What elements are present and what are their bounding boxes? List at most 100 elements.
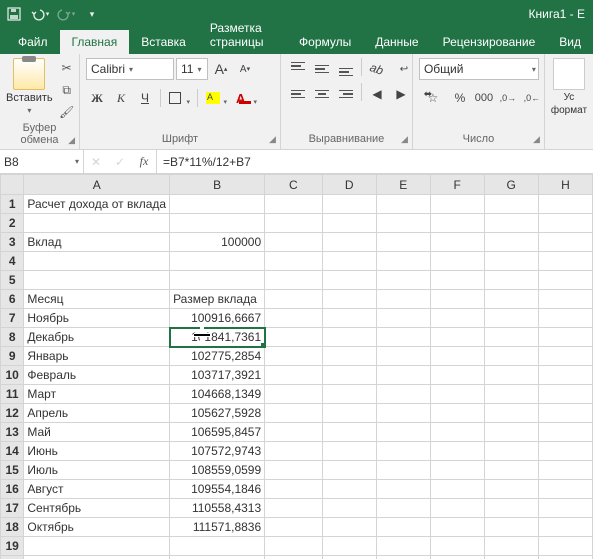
cell[interactable]: Январь <box>24 347 170 366</box>
cell[interactable]: 102775,2854 <box>170 347 265 366</box>
cell[interactable] <box>265 385 322 404</box>
tab-главная[interactable]: Главная <box>60 30 130 54</box>
cell[interactable]: 111571,8836 <box>170 518 265 537</box>
cell[interactable] <box>484 366 538 385</box>
row-header[interactable]: 9 <box>1 347 24 366</box>
dialog-launcher-icon[interactable]: ◢ <box>269 134 276 145</box>
cell[interactable]: 105627,5928 <box>170 404 265 423</box>
font-name-combo[interactable]: Calibri▾ <box>86 58 174 80</box>
cell[interactable] <box>265 461 322 480</box>
cell[interactable]: 100916,6667 <box>170 309 265 328</box>
decrease-font-button[interactable]: A▾ <box>234 58 256 80</box>
column-header[interactable]: A <box>24 175 170 195</box>
cell[interactable] <box>24 537 170 556</box>
cell[interactable] <box>484 499 538 518</box>
cell[interactable] <box>376 385 430 404</box>
row-header[interactable]: 8 <box>1 328 24 347</box>
cell[interactable] <box>265 233 322 252</box>
cell[interactable] <box>538 366 592 385</box>
column-header[interactable]: B <box>170 175 265 195</box>
column-header[interactable]: F <box>430 175 484 195</box>
cell[interactable] <box>538 252 592 271</box>
tab-формулы[interactable]: Формулы <box>287 30 363 54</box>
row-header[interactable]: 20 <box>1 556 24 559</box>
borders-button[interactable]: ▾ <box>165 87 193 109</box>
cell[interactable] <box>170 556 265 559</box>
cut-button[interactable]: ✂ <box>57 58 77 78</box>
cell[interactable] <box>376 214 430 233</box>
cell[interactable] <box>430 480 484 499</box>
cell[interactable]: Август <box>24 480 170 499</box>
cell[interactable] <box>538 195 592 214</box>
cell[interactable] <box>24 271 170 290</box>
cell[interactable] <box>538 518 592 537</box>
column-header[interactable]: D <box>322 175 376 195</box>
cell[interactable] <box>322 385 376 404</box>
cell[interactable] <box>538 385 592 404</box>
cell[interactable] <box>322 442 376 461</box>
cell[interactable]: Месяц <box>24 290 170 309</box>
cell[interactable]: 100000 <box>170 233 265 252</box>
cell[interactable] <box>322 233 376 252</box>
column-header[interactable]: G <box>484 175 538 195</box>
cell[interactable]: 110558,4313 <box>170 499 265 518</box>
cell[interactable] <box>484 233 538 252</box>
save-icon[interactable] <box>4 4 24 24</box>
row-header[interactable]: 13 <box>1 423 24 442</box>
qat-customize-icon[interactable]: ▾ <box>82 4 102 24</box>
font-color-button[interactable]: A▾ <box>232 87 260 109</box>
row-header[interactable]: 1 <box>1 195 24 214</box>
align-top-button[interactable] <box>287 58 309 80</box>
cell[interactable] <box>265 404 322 423</box>
cell[interactable] <box>538 499 592 518</box>
cell[interactable] <box>430 309 484 328</box>
cell[interactable]: Февраль <box>24 366 170 385</box>
cell[interactable] <box>322 252 376 271</box>
cell[interactable] <box>538 214 592 233</box>
conditional-formatting-button[interactable] <box>553 58 585 90</box>
cell[interactable]: Расчет дохода от вклада <box>24 195 170 214</box>
tab-вид[interactable]: Вид <box>547 30 593 54</box>
row-header[interactable]: 10 <box>1 366 24 385</box>
comma-format-button[interactable]: 000 <box>473 87 495 109</box>
worksheet-grid[interactable]: ABCDEFGH 1Расчет дохода от вклада23Вклад… <box>0 174 593 559</box>
cell[interactable] <box>265 537 322 556</box>
cell[interactable] <box>322 214 376 233</box>
cell[interactable] <box>376 347 430 366</box>
align-middle-button[interactable] <box>311 58 333 80</box>
cell[interactable] <box>484 328 538 347</box>
cell[interactable] <box>484 195 538 214</box>
align-center-button[interactable] <box>311 83 333 105</box>
cell[interactable]: 103717,3921 <box>170 366 265 385</box>
redo-icon[interactable]: ▾ <box>56 4 76 24</box>
tab-вставка[interactable]: Вставка <box>129 30 198 54</box>
cell[interactable] <box>376 252 430 271</box>
cell[interactable] <box>265 214 322 233</box>
row-header[interactable]: 11 <box>1 385 24 404</box>
cell[interactable] <box>376 366 430 385</box>
cell[interactable] <box>265 556 322 559</box>
cell[interactable]: Вклад <box>24 233 170 252</box>
cell[interactable] <box>376 309 430 328</box>
cell[interactable] <box>376 480 430 499</box>
cell[interactable]: Ноябрь <box>24 309 170 328</box>
cell[interactable] <box>24 252 170 271</box>
cell[interactable]: 107572,9743 <box>170 442 265 461</box>
cell[interactable] <box>322 423 376 442</box>
cell[interactable] <box>484 423 538 442</box>
dialog-launcher-icon[interactable]: ◢ <box>401 134 408 145</box>
tab-данные[interactable]: Данные <box>363 30 430 54</box>
cell[interactable] <box>170 252 265 271</box>
cell[interactable] <box>376 328 430 347</box>
cell[interactable] <box>484 442 538 461</box>
cell[interactable] <box>430 385 484 404</box>
cell[interactable] <box>538 233 592 252</box>
cell[interactable] <box>430 271 484 290</box>
cell[interactable]: Октябрь <box>24 518 170 537</box>
row-header[interactable]: 18 <box>1 518 24 537</box>
cell[interactable]: 108559,0599 <box>170 461 265 480</box>
cell[interactable] <box>265 442 322 461</box>
cell[interactable] <box>430 328 484 347</box>
cell[interactable] <box>430 442 484 461</box>
cell[interactable] <box>484 537 538 556</box>
